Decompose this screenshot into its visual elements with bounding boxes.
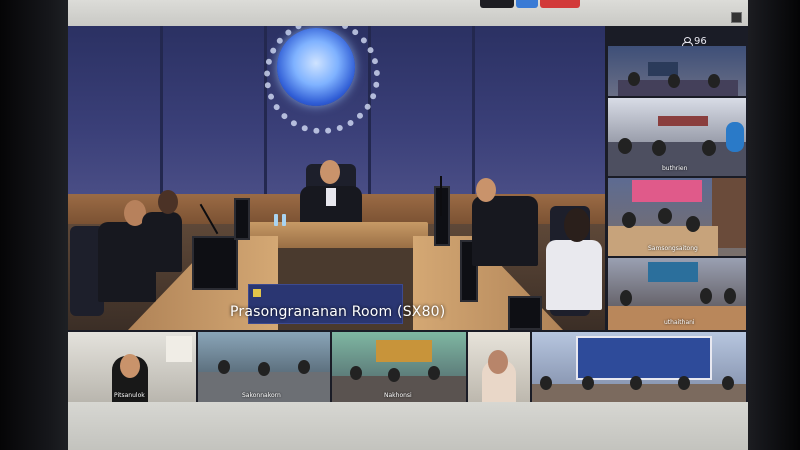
top-toolbar [68, 0, 748, 26]
video-tile-right-3[interactable]: Samsongsaitong [608, 178, 746, 256]
tile-label: buthrien [662, 165, 688, 172]
water-bottle [282, 214, 286, 226]
tile-label: uthaithani [664, 319, 695, 326]
bottom-bar [68, 402, 748, 450]
video-tile-bottom-5[interactable] [532, 332, 746, 402]
desk-monitor [508, 296, 542, 330]
toolbar-button-red[interactable] [540, 0, 580, 8]
wall-panel-divider [160, 26, 163, 196]
desk-monitor [434, 186, 450, 246]
desk-monitor [192, 236, 238, 290]
desk-monitor [234, 198, 250, 240]
video-tile-right-4[interactable]: uthaithani [608, 258, 746, 330]
video-tile-bottom-1[interactable]: Pitsanulok [68, 332, 196, 402]
wall-panel-divider [472, 26, 475, 196]
tile-label: Nakhonsi [384, 392, 412, 399]
tile-label: Sakonnakorn [242, 392, 281, 399]
monitor-bezel-right [748, 0, 800, 450]
participant-count-value: 96 [694, 35, 707, 47]
microphone [440, 176, 442, 216]
video-grid: Prasongrananan Room (SX80) 96 buthrien S… [68, 12, 748, 402]
monitor-bezel-left [0, 0, 68, 450]
toolbar-button-blue[interactable] [516, 0, 538, 8]
video-tile-bottom-2[interactable]: Sakonnakorn [198, 332, 330, 402]
ministry-emblem-icon [277, 28, 355, 106]
video-tile-right-1[interactable] [608, 46, 746, 96]
video-tile-right-2[interactable]: buthrien [608, 98, 746, 176]
tile-label: Pitsanulok [114, 392, 145, 399]
video-tile-bottom-3[interactable]: Nakhonsi [332, 332, 466, 402]
window-control-icon[interactable] [731, 12, 742, 23]
main-tile-label: Prasongrananan Room (SX80) [230, 304, 446, 320]
water-bottle [274, 214, 278, 226]
toolbar-button-dark[interactable] [480, 0, 514, 8]
main-video-tile[interactable]: Prasongrananan Room (SX80) [68, 26, 605, 330]
participants-icon [682, 36, 693, 46]
tile-label: Samsongsaitong [648, 245, 698, 252]
video-tile-bottom-4[interactable] [468, 332, 530, 402]
wall-panel-divider [264, 26, 267, 196]
